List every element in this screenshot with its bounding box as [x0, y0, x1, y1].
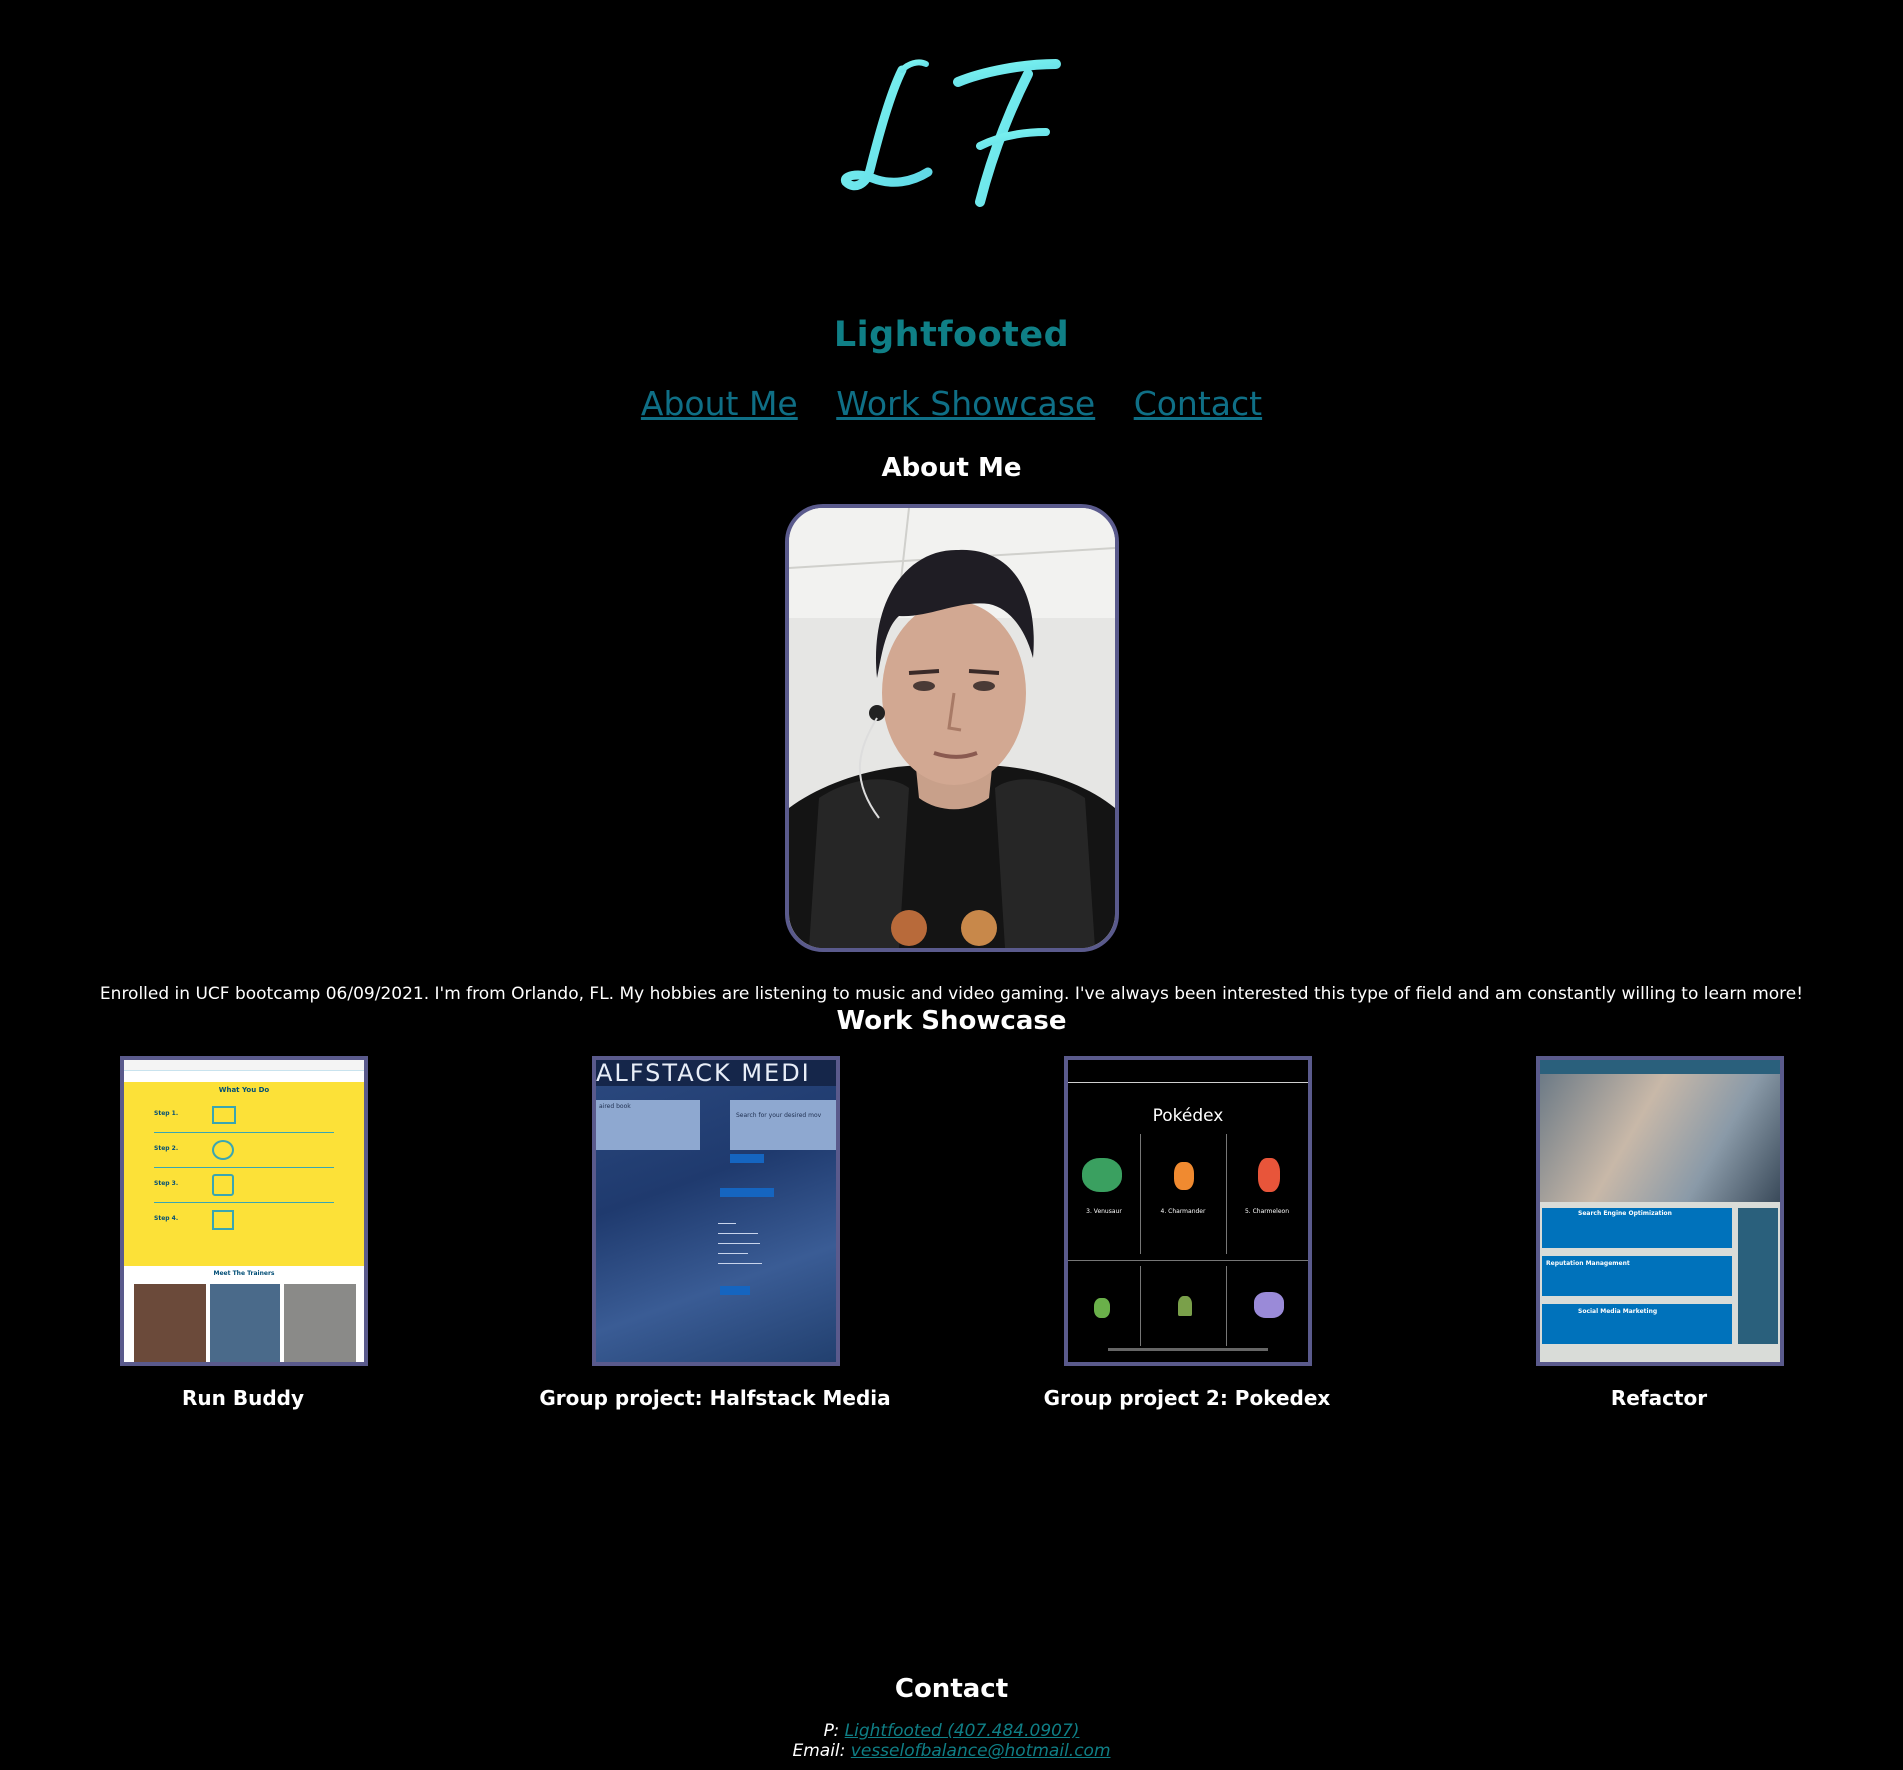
divider [154, 1167, 334, 1168]
nav-link-about-me[interactable]: About Me [641, 384, 798, 423]
thumb-nav [1540, 1060, 1780, 1074]
thumb-yellow-section: What You Do Step 1. Step 2. Step 3. Step… [124, 1082, 364, 1266]
logo [0, 50, 1903, 220]
divider [1068, 1260, 1308, 1261]
project-name: Run Buddy [182, 1386, 304, 1410]
thumb-step-1: Step 1. [154, 1110, 179, 1117]
thumb-row: Reputation Management [1542, 1256, 1732, 1296]
thumb-row-title: Search Engine Optimization [1578, 1210, 1672, 1217]
project-thumbnail[interactable]: Pokédex 3. Venusaur 4. Charmander 5. Cha… [1064, 1056, 1312, 1366]
thumb-button [720, 1286, 750, 1295]
email-label: Email: [792, 1741, 846, 1761]
pokemon-sprite-icon [1254, 1292, 1284, 1318]
thumb-step-3: Step 3. [154, 1180, 179, 1187]
avatar [785, 504, 1119, 952]
divider [1140, 1266, 1141, 1346]
trainer-photo [210, 1284, 280, 1362]
bio-text: Enrolled in UCF bootcamp 06/09/2021. I'm… [99, 984, 1804, 1004]
laptop-icon [212, 1106, 236, 1124]
thumb-banner: ALFSTACK MEDI [596, 1060, 836, 1086]
thumb-button [720, 1188, 774, 1197]
chat-icon [212, 1140, 234, 1160]
project-name: Group project: Halfstack Media [539, 1386, 891, 1410]
thumb-hero [1540, 1074, 1780, 1202]
runner-icon [212, 1174, 234, 1196]
pokemon-sprite-icon [1178, 1296, 1192, 1316]
project-thumbnail[interactable]: Search Engine Optimization Reputation Ma… [1536, 1056, 1784, 1366]
divider [154, 1202, 334, 1203]
pokemon-card-label: 4. Charmander [1160, 1208, 1206, 1215]
logo-lf-icon [840, 59, 1061, 207]
nav-link-contact[interactable]: Contact [1134, 384, 1262, 423]
profile-photo-icon [789, 508, 1115, 948]
thumb-title: Pokédex [1152, 1106, 1224, 1126]
thumb-row: Search Engine Optimization [1542, 1208, 1732, 1248]
phone-label: P: [823, 1721, 840, 1741]
main-nav: About Me Work Showcase Contact [0, 384, 1903, 423]
project-name: Group project 2: Pokedex [1043, 1386, 1331, 1410]
site-title: Lightfooted [833, 315, 1070, 355]
thumb-sidebar [1738, 1208, 1778, 1344]
thumb-header [124, 1060, 364, 1071]
work-showcase-heading: Work Showcase [836, 1006, 1067, 1036]
nav-link-work-showcase[interactable]: Work Showcase [836, 384, 1095, 423]
thumb-right-box: Search for your desired mov [730, 1100, 836, 1150]
divider [1226, 1266, 1227, 1346]
thumb-search-button [730, 1154, 764, 1163]
contact-heading: Contact [894, 1674, 1009, 1704]
thumb-row: Social Media Marketing [1542, 1304, 1732, 1344]
thumb-step-4: Step 4. [154, 1215, 179, 1222]
thumb-section-title: What You Do [218, 1086, 270, 1094]
pokemon-card-label: 3. Venusaur [1086, 1208, 1122, 1215]
project-thumbnail[interactable]: What You Do Step 1. Step 2. Step 3. Step… [120, 1056, 368, 1366]
pokemon-sprite-icon [1174, 1162, 1194, 1190]
project-card-refactor[interactable]: Search Engine Optimization Reputation Ma… [1536, 1056, 1784, 1410]
project-card-halfstack-media[interactable]: ALFSTACK MEDI aired book Search for your… [539, 1056, 891, 1410]
divider [1140, 1134, 1141, 1254]
pokemon-sprite-icon [1082, 1158, 1122, 1192]
divider [1226, 1134, 1227, 1254]
thumb-left-box: aired book [596, 1100, 700, 1150]
about-heading: About Me [881, 453, 1022, 483]
project-card-run-buddy[interactable]: What You Do Step 1. Step 2. Step 3. Step… [120, 1056, 368, 1410]
thumb-row-title: Social Media Marketing [1578, 1308, 1658, 1315]
project-card-pokedex[interactable]: Pokédex 3. Venusaur 4. Charmander 5. Cha… [1044, 1056, 1330, 1410]
trainer-photo [284, 1284, 356, 1362]
contact-email-line: Email: vesselofbalance@hotmail.com [0, 1741, 1903, 1761]
pokemon-card-label: 5. Charmeleon [1244, 1208, 1290, 1215]
trainer-photo [134, 1284, 206, 1362]
thumb-list [718, 1220, 778, 1264]
page: Lightfooted About Me Work Showcase Conta… [0, 0, 1903, 1770]
divider [154, 1132, 334, 1133]
thumb-footer [1108, 1348, 1268, 1351]
divider [1068, 1082, 1308, 1083]
project-thumbnail[interactable]: ALFSTACK MEDI aired book Search for your… [592, 1056, 840, 1366]
phone-link[interactable]: Lightfooted (407.484.0907) [845, 1721, 1080, 1741]
pokemon-sprite-icon [1258, 1158, 1280, 1192]
handshake-icon [212, 1210, 234, 1230]
contact-info: P: Lightfooted (407.484.0907) Email: ves… [0, 1721, 1903, 1761]
pokemon-sprite-icon [1094, 1298, 1110, 1318]
project-name: Refactor [1610, 1386, 1708, 1410]
thumb-step-2: Step 2. [154, 1145, 179, 1152]
thumb-trainers-title: Meet The Trainers [213, 1270, 275, 1277]
email-link[interactable]: vesselofbalance@hotmail.com [851, 1741, 1111, 1761]
thumb-row-title: Reputation Management [1546, 1260, 1630, 1267]
contact-phone-line: P: Lightfooted (407.484.0907) [0, 1721, 1903, 1741]
